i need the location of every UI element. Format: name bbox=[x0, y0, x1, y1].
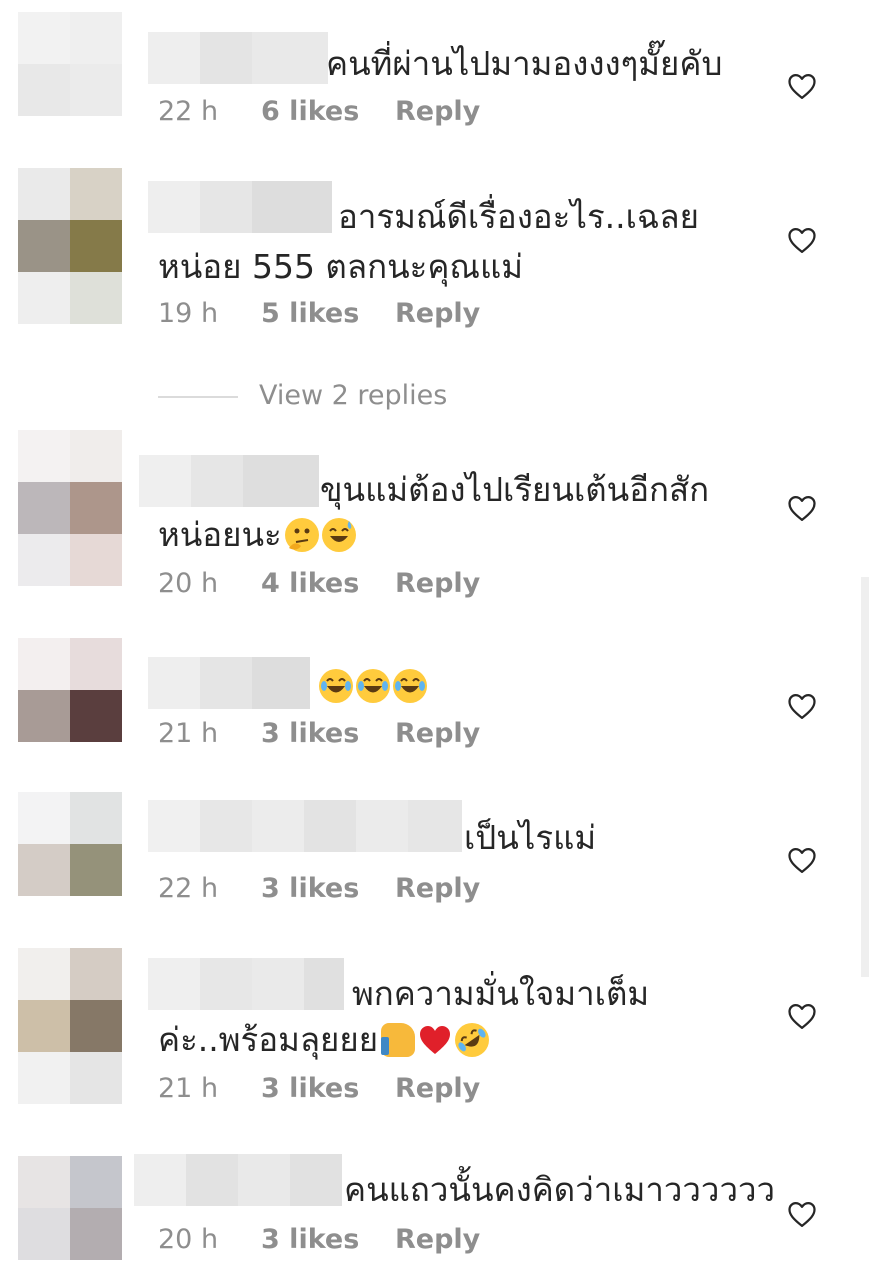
grinning-sweat-face-emoji bbox=[321, 518, 356, 552]
comment-text: คนที่ผ่านไปมามองงงๆมั๊ยคับ bbox=[326, 44, 723, 83]
comment-likes[interactable]: 3 likes bbox=[261, 1073, 395, 1104]
tears-of-joy-emoji bbox=[393, 669, 427, 703]
avatar[interactable] bbox=[18, 12, 122, 116]
reply-button[interactable]: Reply bbox=[395, 568, 480, 599]
comment-item: คนแถวนั้นคงคิดว่าเมาวววววว 20 h 3 likes … bbox=[0, 1140, 869, 1286]
avatar[interactable] bbox=[18, 1156, 122, 1260]
comment-meta: 20 h 4 likes Reply bbox=[158, 568, 480, 599]
comment-time: 21 h bbox=[158, 1073, 219, 1104]
rolling-laughing-emoji bbox=[455, 1023, 490, 1057]
avatar[interactable] bbox=[18, 948, 122, 1104]
reply-button[interactable]: Reply bbox=[395, 1224, 480, 1255]
view-replies-link[interactable]: View 2 replies bbox=[259, 380, 447, 411]
comment-time: 19 h bbox=[158, 298, 219, 329]
scrollbar[interactable] bbox=[861, 577, 869, 977]
username-blurred[interactable] bbox=[148, 800, 462, 852]
thumbs-up-emoji bbox=[381, 1023, 416, 1057]
heart-outline-icon[interactable] bbox=[787, 1200, 817, 1228]
red-heart-emoji bbox=[418, 1023, 452, 1057]
comment-text: คนแถวนั้นคงคิดว่าเมาวววววว bbox=[344, 1170, 776, 1209]
heart-outline-icon[interactable] bbox=[787, 494, 817, 522]
heart-outline-icon[interactable] bbox=[787, 72, 817, 100]
comment-text: ขุนแม่ต้องไปเรียนเต้นอีกสัก bbox=[320, 470, 710, 509]
avatar[interactable] bbox=[18, 792, 122, 896]
view-replies-divider bbox=[158, 396, 238, 398]
comment-item: อารมณ์ดีเรื่องอะไร..เฉลย หน่อย 555 ตลกนะ… bbox=[0, 150, 869, 360]
comment-text: อารมณ์ดีเรื่องอะไร..เฉลย bbox=[338, 197, 699, 236]
reply-button[interactable]: Reply bbox=[395, 96, 480, 127]
heart-outline-icon[interactable] bbox=[787, 1002, 817, 1030]
comment-text-line2: ค่ะ..พร้อมลุยยย bbox=[158, 1014, 490, 1066]
avatar[interactable] bbox=[18, 638, 122, 742]
comment-meta: 21 h 3 likes Reply bbox=[158, 1073, 480, 1104]
comment-meta: 22 h 6 likes Reply bbox=[158, 96, 480, 127]
reply-button[interactable]: Reply bbox=[395, 298, 480, 329]
comment-text-part: หน่อยนะ bbox=[158, 515, 282, 554]
comment-item: ขุนแม่ต้องไปเรียนเต้นอีกสัก หน่อยนะ 20 h… bbox=[0, 420, 869, 620]
comment-text-line2: หน่อยนะ bbox=[158, 509, 356, 561]
comment-text-line2: หน่อย 555 ตลกนะคุณแม่ bbox=[158, 247, 524, 286]
comment-meta: 19 h 5 likes Reply bbox=[158, 298, 480, 329]
comment-time: 20 h bbox=[158, 1224, 219, 1255]
heart-outline-icon[interactable] bbox=[787, 226, 817, 254]
username-blurred[interactable] bbox=[148, 181, 332, 233]
comment-time: 22 h bbox=[158, 873, 219, 904]
comment-likes[interactable]: 3 likes bbox=[261, 873, 395, 904]
comment-text: เป็นไรแม่ bbox=[464, 818, 597, 857]
heart-outline-icon[interactable] bbox=[787, 846, 817, 874]
comment-time: 22 h bbox=[158, 96, 219, 127]
avatar[interactable] bbox=[18, 430, 122, 586]
comment-likes[interactable]: 4 likes bbox=[261, 568, 395, 599]
comment-meta: 22 h 3 likes Reply bbox=[158, 873, 480, 904]
comment-meta: 21 h 3 likes Reply bbox=[158, 718, 480, 749]
comment-likes[interactable]: 5 likes bbox=[261, 298, 395, 329]
username-blurred[interactable] bbox=[148, 958, 344, 1010]
username-blurred[interactable] bbox=[148, 657, 310, 709]
username-blurred[interactable] bbox=[134, 1154, 342, 1206]
comment-item: พกความมั่นใจมาเต็ม ค่ะ..พร้อมลุยยย 21 h … bbox=[0, 940, 869, 1140]
username-blurred[interactable] bbox=[139, 455, 319, 507]
reply-button[interactable]: Reply bbox=[395, 873, 480, 904]
tears-of-joy-emoji bbox=[319, 669, 353, 703]
reply-button[interactable]: Reply bbox=[395, 718, 480, 749]
comment-text: พกความมั่นใจมาเต็ม bbox=[352, 974, 650, 1013]
comment-likes[interactable]: 6 likes bbox=[261, 96, 395, 127]
tears-of-joy-emoji bbox=[356, 669, 390, 703]
avatar[interactable] bbox=[18, 168, 122, 324]
comment-time: 21 h bbox=[158, 718, 219, 749]
username-blurred[interactable] bbox=[148, 32, 328, 84]
comment-likes[interactable]: 3 likes bbox=[261, 1224, 395, 1255]
comment-text-part: ค่ะ..พร้อมลุยยย bbox=[158, 1020, 379, 1059]
reply-button[interactable]: Reply bbox=[395, 1073, 480, 1104]
comment-meta: 20 h 3 likes Reply bbox=[158, 1224, 480, 1255]
comment-likes[interactable]: 3 likes bbox=[261, 718, 395, 749]
comment-item: เป็นไรแม่ 22 h 3 likes Reply bbox=[0, 790, 869, 940]
comment-text bbox=[316, 660, 427, 712]
comment-item: คนที่ผ่านไปมามองงงๆมั๊ยคับ 22 h 6 likes … bbox=[0, 0, 869, 150]
comment-time: 20 h bbox=[158, 568, 219, 599]
thinking-face-emoji bbox=[284, 518, 319, 552]
comment-item: 21 h 3 likes Reply bbox=[0, 630, 869, 790]
heart-outline-icon[interactable] bbox=[787, 692, 817, 720]
